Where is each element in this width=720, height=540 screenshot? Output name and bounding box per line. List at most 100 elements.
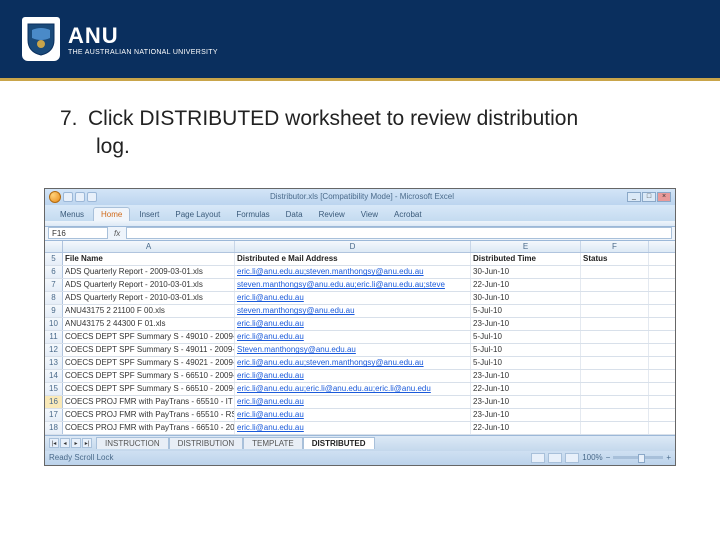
- ribbon-tab-menus[interactable]: Menus: [53, 208, 91, 221]
- cell-status[interactable]: [581, 422, 649, 434]
- ribbon-tab-view[interactable]: View: [354, 208, 385, 221]
- maximize-button[interactable]: □: [642, 192, 656, 202]
- cell-status[interactable]: [581, 279, 649, 291]
- col-header[interactable]: A: [63, 241, 235, 252]
- cell-time[interactable]: 23-Jun-10: [471, 370, 581, 382]
- cell-time[interactable]: 5-Jul-10: [471, 331, 581, 343]
- cell-status[interactable]: [581, 409, 649, 421]
- row-header[interactable]: 6: [45, 266, 63, 278]
- row-header[interactable]: 14: [45, 370, 63, 382]
- cell-status[interactable]: [581, 396, 649, 408]
- view-layout-icon[interactable]: [548, 453, 562, 463]
- cell-status[interactable]: [581, 370, 649, 382]
- row-header[interactable]: 15: [45, 383, 63, 395]
- cell-filename[interactable]: ADS Quarterly Report - 2010-03-01.xls: [63, 292, 235, 304]
- sheet-nav-prev-icon[interactable]: ◂: [60, 438, 70, 448]
- cell-email[interactable]: eric.li@anu.edu.au;steven.manthongsy@anu…: [235, 266, 471, 278]
- cell-time[interactable]: 22-Jun-10: [471, 279, 581, 291]
- row-header[interactable]: 17: [45, 409, 63, 421]
- ribbon-tab-acrobat[interactable]: Acrobat: [387, 208, 429, 221]
- row-header[interactable]: 10: [45, 318, 63, 330]
- ribbon-tab-home[interactable]: Home: [93, 207, 130, 221]
- cell-email[interactable]: eric.li@anu.edu.au: [235, 409, 471, 421]
- col-header[interactable]: F: [581, 241, 649, 252]
- row-header[interactable]: 13: [45, 357, 63, 369]
- name-box[interactable]: F16: [48, 227, 108, 239]
- sheet-nav-next-icon[interactable]: ▸: [71, 438, 81, 448]
- cell-filename[interactable]: COECS DEPT SPF Summary S - 66510 - 2009-…: [63, 370, 235, 382]
- cell-email[interactable]: eric.li@anu.edu.au;steven.manthongsy@anu…: [235, 357, 471, 369]
- cell-filename[interactable]: COECS DEPT SPF Summary S - 49010 - 2009-…: [63, 331, 235, 343]
- ribbon-tab-data[interactable]: Data: [279, 208, 310, 221]
- cell-filename[interactable]: COECS PROJ FMR with PayTrans - 65510 - I…: [63, 396, 235, 408]
- cell-status[interactable]: [581, 266, 649, 278]
- sheet-tab-template[interactable]: TEMPLATE: [243, 437, 303, 449]
- cell-time[interactable]: 23-Jun-10: [471, 318, 581, 330]
- zoom-in-button[interactable]: +: [666, 453, 671, 462]
- cell-filename[interactable]: COECS DEPT SPF Summary S - 49011 - 2009-…: [63, 344, 235, 356]
- qat-undo-icon[interactable]: [75, 192, 85, 202]
- formula-bar[interactable]: [126, 227, 672, 239]
- sheet-tab-instruction[interactable]: INSTRUCTION: [96, 437, 169, 449]
- view-pagebreak-icon[interactable]: [565, 453, 579, 463]
- qat-redo-icon[interactable]: [87, 192, 97, 202]
- cell-email[interactable]: eric.li@anu.edu.au: [235, 292, 471, 304]
- col-header[interactable]: E: [471, 241, 581, 252]
- cell-filename[interactable]: COECS PROJ FMR with PayTrans - 65510 - R…: [63, 409, 235, 421]
- cell-time[interactable]: 30-Jun-10: [471, 292, 581, 304]
- qat-save-icon[interactable]: [63, 192, 73, 202]
- close-button[interactable]: ×: [657, 192, 671, 202]
- ribbon-tab-review[interactable]: Review: [312, 208, 352, 221]
- view-normal-icon[interactable]: [531, 453, 545, 463]
- cell-time[interactable]: 30-Jun-10: [471, 266, 581, 278]
- cell-status[interactable]: [581, 292, 649, 304]
- cell-email[interactable]: eric.li@anu.edu.au;eric.li@anu.edu.au;er…: [235, 383, 471, 395]
- cell-email[interactable]: eric.li@anu.edu.au: [235, 370, 471, 382]
- cell-status[interactable]: [581, 383, 649, 395]
- cell-filename[interactable]: ANU43175 2 21100 F 00.xls: [63, 305, 235, 317]
- ribbon-tab-insert[interactable]: Insert: [132, 208, 166, 221]
- cell-time[interactable]: 23-Jun-10: [471, 409, 581, 421]
- ribbon-tab-formulas[interactable]: Formulas: [229, 208, 276, 221]
- row-header[interactable]: 16: [45, 396, 63, 408]
- cell-filename[interactable]: ADS Quarterly Report - 2009-03-01.xls: [63, 266, 235, 278]
- cell-filename[interactable]: ADS Quarterly Report - 2010-03-01.xls: [63, 279, 235, 291]
- cell-filename[interactable]: COECS PROJ FMR with PayTrans - 66510 - 2…: [63, 422, 235, 434]
- sheet-nav-last-icon[interactable]: ▸|: [82, 438, 92, 448]
- sheet-tab-distribution[interactable]: DISTRIBUTION: [169, 437, 243, 449]
- cell-status[interactable]: [581, 357, 649, 369]
- cell-time[interactable]: 5-Jul-10: [471, 344, 581, 356]
- cell-time[interactable]: 5-Jul-10: [471, 305, 581, 317]
- cell-time[interactable]: 22-Jun-10: [471, 383, 581, 395]
- cell-status[interactable]: [581, 318, 649, 330]
- cell-email[interactable]: Steven.manthongsy@anu.edu.au: [235, 344, 471, 356]
- zoom-slider[interactable]: [613, 456, 663, 459]
- ribbon-tab-page-layout[interactable]: Page Layout: [168, 208, 227, 221]
- worksheet-grid[interactable]: A D E F 5 File Name Distributed e Mail A…: [45, 241, 675, 435]
- minimize-button[interactable]: _: [627, 192, 641, 202]
- cell-filename[interactable]: COECS DEPT SPF Summary S - 49021 - 2009-…: [63, 357, 235, 369]
- select-all-corner[interactable]: [45, 241, 63, 252]
- cell-email[interactable]: eric.li@anu.edu.au: [235, 422, 471, 434]
- cell-filename[interactable]: COECS DEPT SPF Summary S - 66510 - 2009-…: [63, 383, 235, 395]
- office-button-icon[interactable]: [49, 191, 61, 203]
- row-header[interactable]: 18: [45, 422, 63, 434]
- cell-status[interactable]: [581, 305, 649, 317]
- cell-filename[interactable]: ANU43175 2 44300 F 01.xls: [63, 318, 235, 330]
- row-header[interactable]: 9: [45, 305, 63, 317]
- sheet-tab-distributed[interactable]: DISTRIBUTED: [303, 437, 375, 449]
- cell-email[interactable]: steven.manthongsy@anu.edu.au: [235, 305, 471, 317]
- cell-email[interactable]: eric.li@anu.edu.au: [235, 396, 471, 408]
- col-header[interactable]: D: [235, 241, 471, 252]
- sheet-nav-first-icon[interactable]: |◂: [49, 438, 59, 448]
- row-header[interactable]: 11: [45, 331, 63, 343]
- cell-email[interactable]: eric.li@anu.edu.au: [235, 331, 471, 343]
- cell-time[interactable]: 23-Jun-10: [471, 396, 581, 408]
- cell-email[interactable]: eric.li@anu.edu.au: [235, 318, 471, 330]
- cell-status[interactable]: [581, 344, 649, 356]
- cell-email[interactable]: steven.manthongsy@anu.edu.au;eric.li@anu…: [235, 279, 471, 291]
- cell-time[interactable]: 22-Jun-10: [471, 422, 581, 434]
- row-header[interactable]: 12: [45, 344, 63, 356]
- cell-time[interactable]: 5-Jul-10: [471, 357, 581, 369]
- cell-status[interactable]: [581, 331, 649, 343]
